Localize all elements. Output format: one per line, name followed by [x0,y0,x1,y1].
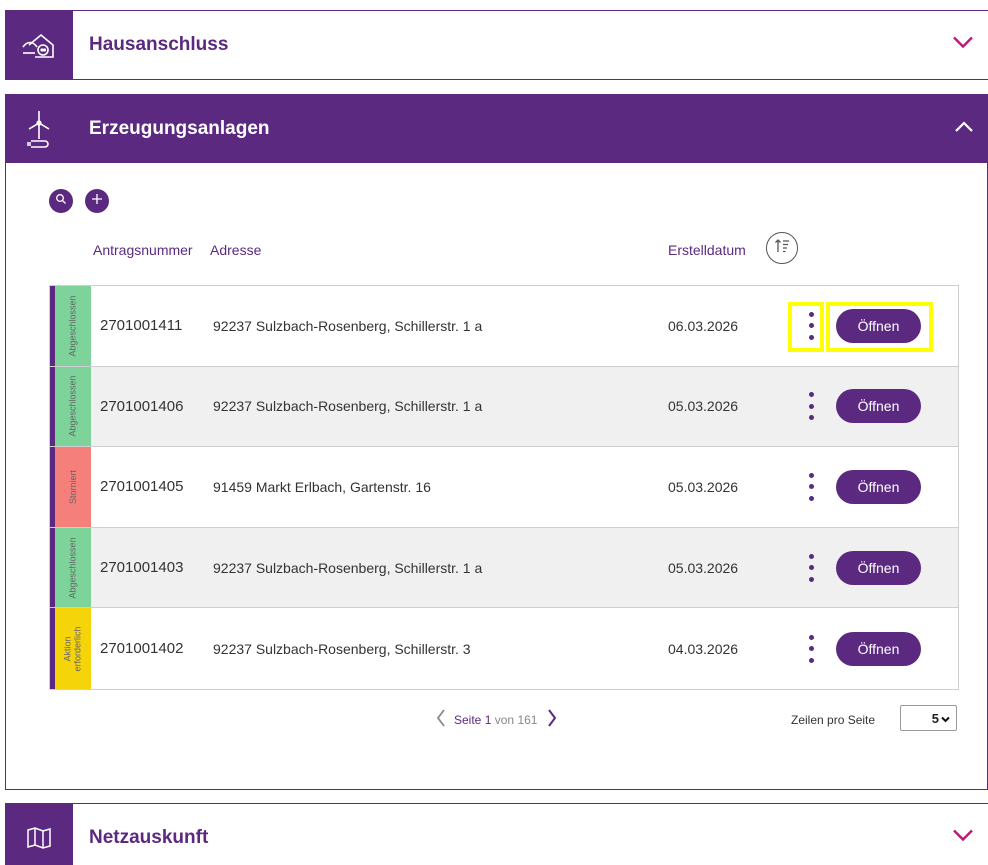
status-badge: Abgeschlossen [55,527,91,608]
cell-antragsnummer: 2701001406 [100,397,184,415]
column-header-adresse[interactable]: Adresse [210,242,261,258]
chevron-up-icon[interactable] [954,120,974,138]
cell-adresse: 92237 Sulzbach-Rosenberg, Schillerstr. 1… [213,559,483,576]
cell-adresse: 92237 Sulzbach-Rosenberg, Schillerstr. 1… [213,317,483,334]
cell-antragsnummer: 2701001403 [100,559,184,577]
map-icon [5,804,73,865]
page-word: Seite [454,712,482,727]
chevron-down-icon [941,711,950,726]
of-word: von [494,712,515,727]
cell-erstelldatum: 06.03.2026 [668,317,739,334]
column-header-erstelldatum[interactable]: Erstelldatum [668,242,746,258]
status-badge: Abgeschlossen [55,366,91,447]
cell-adresse: 92237 Sulzbach-Rosenberg, Schillerstr. 3 [213,640,471,657]
open-button[interactable]: Öffnen [836,389,921,424]
cell-erstelldatum: 05.03.2026 [668,398,739,415]
cell-erstelldatum: 04.03.2026 [668,640,739,657]
rows-per-page-select[interactable]: 5 [900,705,957,731]
add-button[interactable] [85,189,109,213]
cell-antragsnummer: 2701001405 [100,478,184,496]
more-options-icon[interactable] [806,311,816,340]
table-row: Abgeschlossen 2701001403 92237 Sulzbach-… [50,527,958,609]
pagination: Seite 1 von 161 [436,708,557,731]
panel-header-hausanschluss[interactable]: Hausanschluss [5,11,988,79]
total-pages: 161 [517,712,538,727]
panel-header-erzeugungsanlagen[interactable]: Erzeugungsanlagen [5,94,988,163]
table-row: Abgeschlossen 2701001411 92237 Sulzbach-… [50,286,958,367]
current-page: 1 [484,712,492,727]
table-row: Storniert 2701001405 91459 Markt Erlbach… [50,447,958,528]
open-button[interactable]: Öffnen [836,550,921,585]
status-badge: Aktion erforderlich [55,608,91,689]
cell-erstelldatum: 05.03.2026 [668,478,739,495]
table-row: Abgeschlossen 2701001406 92237 Sulzbach-… [50,366,958,448]
column-header-antragsnummer[interactable]: Antragsnummer [93,242,193,258]
open-button[interactable]: Öffnen [836,631,921,666]
table-row: Aktion erforderlich 2701001402 92237 Sulz… [50,608,958,689]
cell-adresse: 91459 Markt Erlbach, Gartenstr. 16 [213,478,431,495]
more-options-icon[interactable] [806,553,816,582]
wind-turbine-icon [5,94,73,163]
panel-header-netzauskunft[interactable]: Netzauskunft [5,804,988,865]
sort-button[interactable] [766,232,798,264]
cell-antragsnummer: 2701001402 [100,640,184,658]
chevron-down-icon[interactable] [952,36,974,55]
open-button[interactable]: Öffnen [836,469,921,504]
cell-antragsnummer: 2701001411 [100,317,183,335]
applications-table: Abgeschlossen 2701001411 92237 Sulzbach-… [49,285,959,690]
sort-icon [773,237,791,260]
search-icon [55,192,67,210]
plus-icon [91,192,103,210]
panel-title-hausanschluss: Hausanschluss [89,34,229,55]
panel-title-erzeugungsanlagen: Erzeugungsanlagen [89,117,270,139]
more-options-icon[interactable] [806,634,816,663]
open-button[interactable]: Öffnen [836,308,921,343]
chevron-left-icon[interactable] [436,708,446,731]
panel-netzauskunft: Netzauskunft [5,803,988,865]
more-options-icon[interactable] [806,472,816,501]
chevron-down-icon[interactable] [952,829,974,848]
chevron-right-icon[interactable] [547,708,557,731]
house-plug-icon [5,11,73,79]
rows-per-page-label: Zeilen pro Seite [791,713,876,727]
more-options-icon[interactable] [806,392,816,421]
cell-adresse: 92237 Sulzbach-Rosenberg, Schillerstr. 1… [213,398,483,415]
status-badge: Abgeschlossen [55,286,91,366]
status-badge: Storniert [55,447,91,527]
panel-title-netzauskunft: Netzauskunft [89,827,209,848]
search-button[interactable] [49,189,73,213]
cell-erstelldatum: 05.03.2026 [668,559,739,576]
panel-hausanschluss: Hausanschluss [5,10,988,80]
